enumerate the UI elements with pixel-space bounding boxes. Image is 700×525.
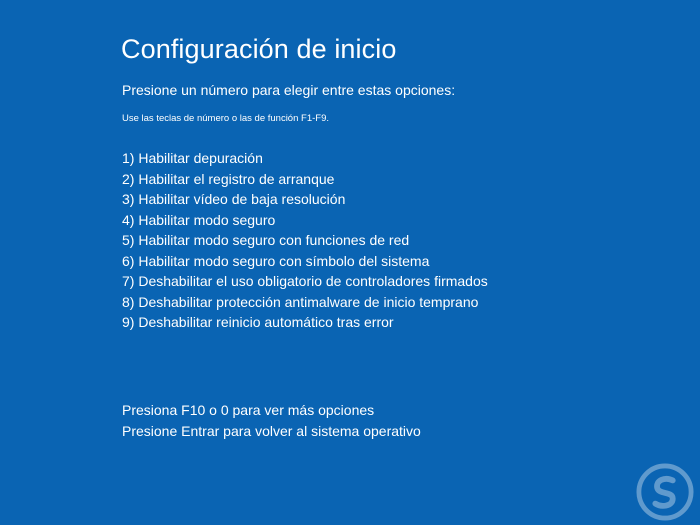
instruction-prompt: Presione un número para elegir entre est…	[122, 82, 456, 98]
startup-options-list: 1) Habilitar depuración 2) Habilitar el …	[122, 148, 488, 333]
option-enable-safe-mode-command-prompt[interactable]: 6) Habilitar modo seguro con símbolo del…	[122, 251, 488, 272]
option-disable-driver-signature-enforcement[interactable]: 7) Deshabilitar el uso obligatorio de co…	[122, 271, 488, 292]
option-enable-safe-mode-networking[interactable]: 5) Habilitar modo seguro con funciones d…	[122, 230, 488, 251]
option-enable-debugging[interactable]: 1) Habilitar depuración	[122, 148, 488, 169]
option-disable-auto-restart[interactable]: 9) Deshabilitar reinicio automático tras…	[122, 312, 488, 333]
footer-instructions: Presiona F10 o 0 para ver más opciones P…	[122, 400, 421, 442]
option-enable-safe-mode[interactable]: 4) Habilitar modo seguro	[122, 210, 488, 231]
solvetic-logo-icon	[636, 463, 694, 521]
key-hint: Use las teclas de número o las de funció…	[122, 113, 329, 124]
return-to-os-hint[interactable]: Presione Entrar para volver al sistema o…	[122, 421, 421, 442]
startup-settings-screen: { "screen": { "title": "Configuración de…	[0, 0, 700, 525]
page-title: Configuración de inicio	[121, 34, 397, 64]
more-options-hint[interactable]: Presiona F10 o 0 para ver más opciones	[122, 400, 421, 421]
option-enable-low-resolution-video[interactable]: 3) Habilitar vídeo de baja resolución	[122, 189, 488, 210]
option-enable-boot-logging[interactable]: 2) Habilitar el registro de arranque	[122, 169, 488, 190]
option-disable-early-launch-antimalware[interactable]: 8) Deshabilitar protección antimalware d…	[122, 292, 488, 313]
